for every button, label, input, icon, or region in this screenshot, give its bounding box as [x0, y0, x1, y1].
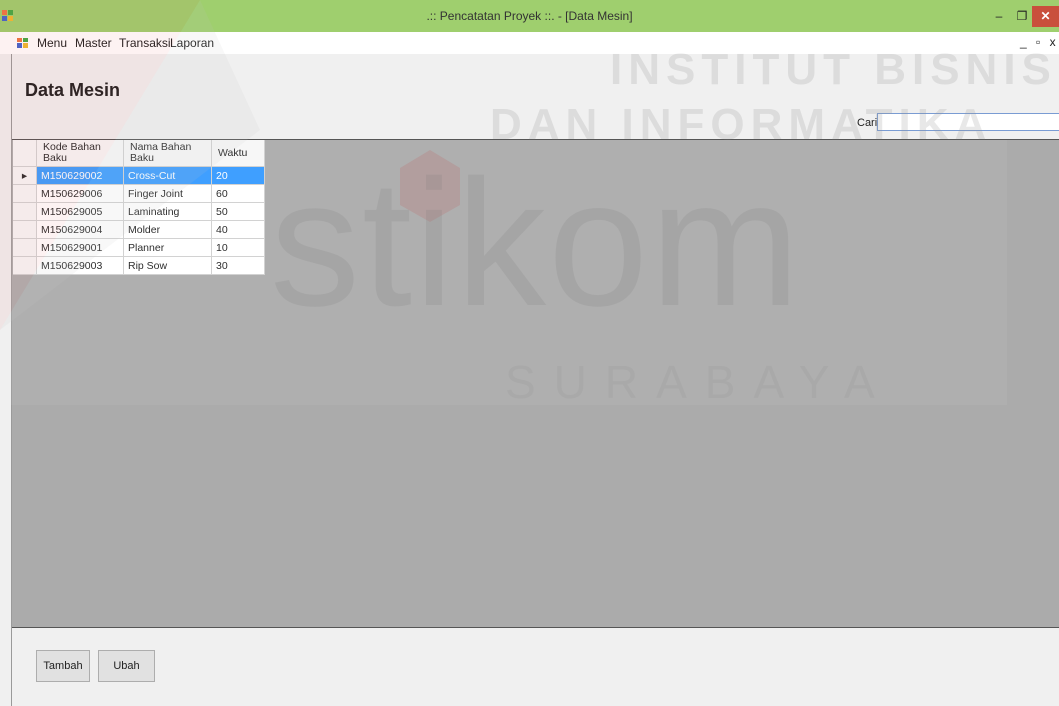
search-label: Cari: [857, 117, 878, 129]
row-header[interactable]: [13, 220, 37, 239]
data-mesin-form: Data Mesin Cari Kode Bahan Baku Nama Bah…: [11, 54, 1059, 706]
menu-item-menu[interactable]: Menu: [37, 36, 67, 50]
row-selector-icon[interactable]: ▸: [13, 166, 37, 185]
mdi-child-controls[interactable]: _ ▫ x: [1020, 35, 1059, 49]
cell-waktu[interactable]: 20: [211, 166, 265, 185]
table-row[interactable]: M150629005 Laminating 50: [13, 202, 265, 221]
cell-nama[interactable]: Rip Sow: [123, 256, 212, 275]
search-input[interactable]: [877, 113, 1059, 131]
cell-waktu[interactable]: 40: [211, 220, 265, 239]
row-header[interactable]: [13, 184, 37, 203]
row-header[interactable]: [13, 202, 37, 221]
cell-nama[interactable]: Laminating: [123, 202, 212, 221]
cell-nama[interactable]: Planner: [123, 238, 212, 257]
title-bar: .:: Pencatatan Proyek ::. - [Data Mesin]…: [0, 0, 1059, 32]
cell-nama[interactable]: Cross-Cut: [123, 166, 212, 185]
tambah-button[interactable]: Tambah: [36, 650, 90, 682]
table-row[interactable]: ▸ M150629002 Cross-Cut 20: [13, 166, 265, 185]
cell-kode[interactable]: M150629003: [36, 256, 124, 275]
close-button[interactable]: ✕: [1032, 6, 1059, 27]
cell-waktu[interactable]: 50: [211, 202, 265, 221]
window-title: .:: Pencatatan Proyek ::. - [Data Mesin]: [426, 9, 633, 23]
table-row[interactable]: M150629006 Finger Joint 60: [13, 184, 265, 203]
table-row[interactable]: M150629004 Molder 40: [13, 220, 265, 239]
column-header-kode[interactable]: Kode Bahan Baku: [36, 140, 124, 167]
data-grid[interactable]: Kode Bahan Baku Nama Bahan Baku Waktu ▸ …: [13, 140, 265, 275]
table-row[interactable]: M150629001 Planner 10: [13, 238, 265, 257]
cell-nama[interactable]: Finger Joint: [123, 184, 212, 203]
menu-bar: Menu Master Transaksi Laporan _ ▫ x: [0, 32, 1059, 54]
cell-kode[interactable]: M150629002: [36, 166, 124, 185]
mdi-form-icon[interactable]: [17, 38, 28, 48]
row-header[interactable]: [13, 238, 37, 257]
column-header-nama[interactable]: Nama Bahan Baku: [123, 140, 212, 167]
cell-waktu[interactable]: 10: [211, 238, 265, 257]
grid-corner-header: [13, 140, 37, 167]
cell-waktu[interactable]: 30: [211, 256, 265, 275]
cell-kode[interactable]: M150629006: [36, 184, 124, 203]
menu-item-master[interactable]: Master: [75, 36, 112, 50]
menu-item-laporan[interactable]: Laporan: [170, 36, 214, 50]
row-header[interactable]: [13, 256, 37, 275]
page-title: Data Mesin: [25, 80, 121, 100]
table-row[interactable]: M150629003 Rip Sow 30: [13, 256, 265, 275]
cell-kode[interactable]: M150629001: [36, 238, 124, 257]
cell-nama[interactable]: Molder: [123, 220, 212, 239]
ubah-button[interactable]: Ubah: [98, 650, 155, 682]
menu-item-transaksi[interactable]: Transaksi: [119, 36, 171, 50]
cell-kode[interactable]: M150629004: [36, 220, 124, 239]
cell-waktu[interactable]: 60: [211, 184, 265, 203]
column-header-waktu[interactable]: Waktu: [211, 140, 265, 167]
cell-kode[interactable]: M150629005: [36, 202, 124, 221]
